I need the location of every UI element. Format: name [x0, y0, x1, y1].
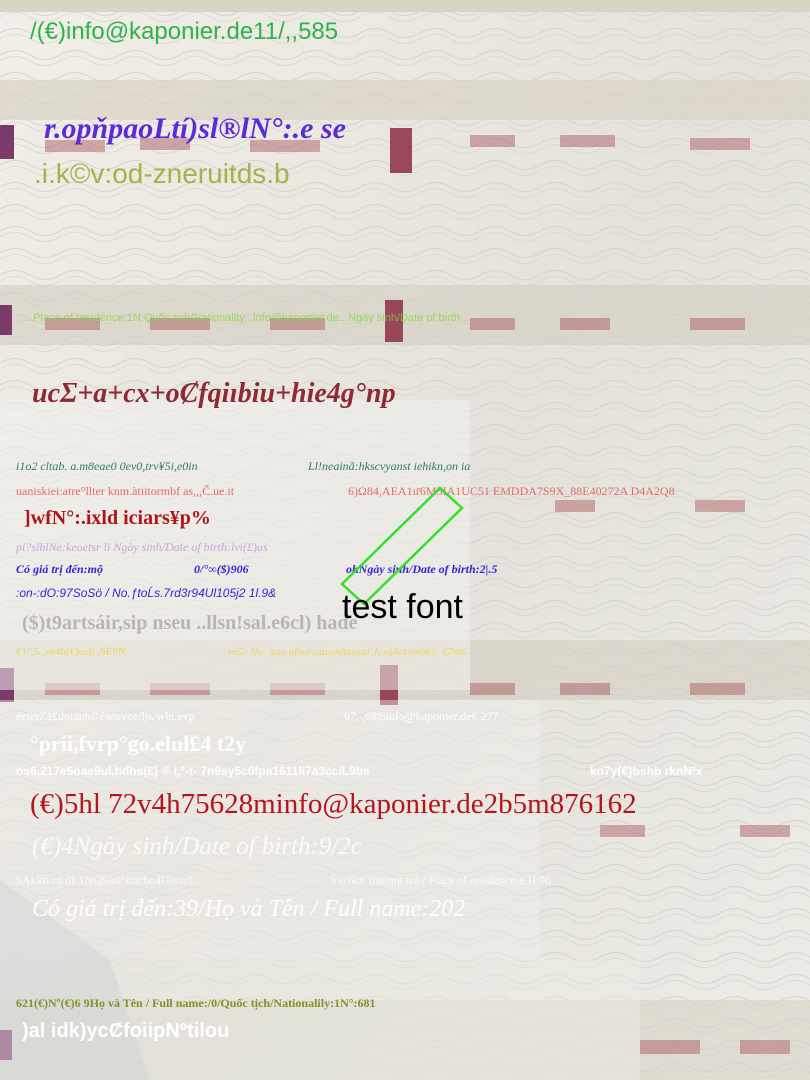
faint-lime-line: ...Place of residence:1N Quốc tịch/Natio…	[24, 312, 470, 324]
white-hash-line: os6,217e5oae9ul.hdhs(£) ® i,°-t- 7n9sy5c…	[16, 764, 370, 778]
teal-line-right: Ll!neainã:hkscvyanst iehikn,on ia	[308, 459, 471, 473]
test-font-label: test font	[342, 588, 463, 626]
blue-valid-until: Có giá trị đến:mộ	[16, 562, 104, 576]
white-bottom-line: )al idk)ycȻfoiipNºtilou	[22, 1020, 230, 1042]
white-faint-right: YsrNơi thường trú / Place of residence:e…	[330, 873, 552, 887]
yellow-line-right: nő2/ No. |tau ulhursauwnhaosal Jcxq4czym…	[228, 646, 467, 658]
grey-garbled-line: ($)t9artsáir,sip nseu ..llsn!sal.e6cl) h…	[22, 612, 358, 634]
teal-line-left: i1o2 cltab. a.m8eae0 0ev0,trv¥5i,e0in	[16, 459, 198, 473]
crimson-label: ]wfN°:.ixld iciars¥p%	[24, 507, 211, 529]
white-line-left: éeterZà£doianh©éansvoe/ljs/wln.evp	[16, 709, 195, 723]
garbled-line-olive: .i.k©v:od-zneruitds.b	[34, 158, 290, 189]
white-line-right: 67, ,69|6info@kaponier.de€ 277	[344, 709, 499, 723]
lilac-birthdate-line: pi?slblNe:keoetsr li Ngày sinh/Date of b…	[16, 540, 268, 554]
moss-nationality-line: 621(€)Nº(€)6 9Họ và Tên / Full name:/0/Q…	[16, 996, 376, 1010]
yellow-line-left: €1°,5 ,ee46(€)uz6 ,9Ě9N	[16, 646, 126, 658]
white-valid-name-line: Có giá trị đến:39/Họ và Tên / Full name:…	[32, 896, 466, 922]
white-faint-left: 9Akkti.rú đI 1NQSoii°itacbn4HtsvsL	[16, 873, 196, 887]
email-line-green: /(€)info@kaponier.de11/,,585	[30, 18, 339, 45]
garbled-line-violet: r.opňpaoLtí)sl®lN°:.e se	[44, 112, 346, 145]
white-hash-right: ko7y(€}bshb rknN²x	[590, 764, 703, 778]
white-birthdate-line: (€)4Ngày sinh/Date of birth:9/2c	[32, 833, 362, 860]
blue-number-line: :on-:dO:97SoSö / No.ƒtoĹs.7rd3r94Ul105j2…	[16, 586, 277, 600]
red-email-line: (€)5hl 72v4h75628minfo@kaponier.de2b5m87…	[30, 788, 637, 820]
salmon-line-left: uaniskiei:atre°llter knm.àtiitormbf as,,…	[16, 484, 235, 498]
white-heading: °príi,fvrp°go.elul£4 t2y	[30, 731, 247, 756]
blue-value: 0/°∞($)906	[194, 562, 249, 576]
garbled-heading-maroon: ucΣ+a+cx+oȻfqiɪbiu+hie4g°np	[32, 378, 396, 409]
